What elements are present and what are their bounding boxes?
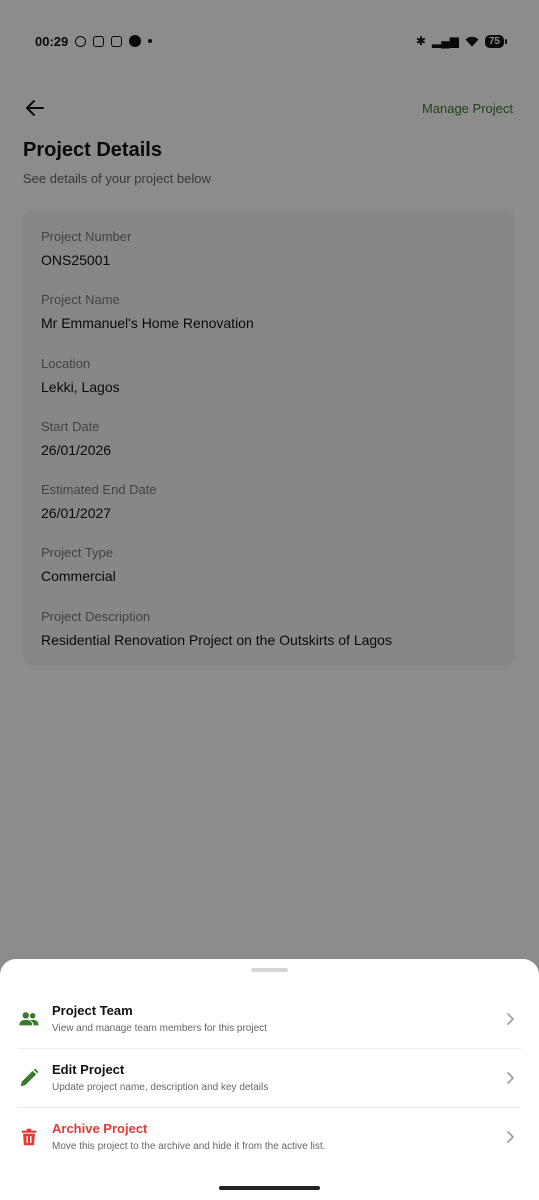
pencil-icon — [20, 1067, 39, 1086]
option-description: View and manage team members for this pr… — [52, 1023, 267, 1034]
option-title: Archive Project — [52, 1121, 148, 1136]
option-description: Move this project to the archive and hid… — [52, 1141, 326, 1152]
chevron-right-icon — [507, 1012, 514, 1025]
home-indicator[interactable] — [219, 1186, 320, 1190]
option-title: Edit Project — [52, 1062, 125, 1077]
chevron-right-icon — [507, 1130, 514, 1143]
edit-project-option[interactable]: Edit Project Update project name, descri… — [18, 1048, 521, 1107]
bottom-sheet: Project Team View and manage team member… — [0, 959, 539, 1200]
project-team-option[interactable]: Project Team View and manage team member… — [18, 989, 521, 1048]
option-description: Update project name, description and key… — [52, 1082, 269, 1093]
option-title: Project Team — [52, 1003, 133, 1018]
team-icon — [19, 1011, 39, 1025]
archive-project-option[interactable]: Archive Project Move this project to the… — [18, 1107, 521, 1166]
sheet-handle[interactable] — [251, 968, 288, 972]
chevron-right-icon — [507, 1071, 514, 1084]
trash-icon — [21, 1128, 37, 1145]
